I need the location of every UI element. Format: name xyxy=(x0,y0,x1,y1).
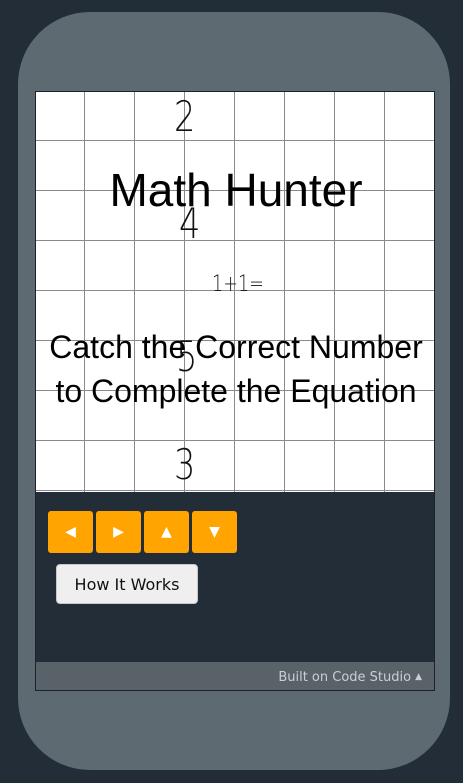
caret-up-icon: ▲ xyxy=(415,672,422,682)
controls-panel: ◀ ▶ ▲ ▼ How It Works xyxy=(36,492,434,662)
falling-number: 2 xyxy=(174,92,196,141)
up-arrow-icon: ▲ xyxy=(161,524,172,540)
equation-text: 1+1= xyxy=(212,272,264,297)
footer-label: Built on Code Studio xyxy=(278,669,412,685)
left-arrow-icon: ◀ xyxy=(65,524,76,540)
how-it-works-button[interactable]: How It Works xyxy=(56,564,198,604)
right-arrow-button[interactable]: ▶ xyxy=(96,511,141,553)
game-canvas[interactable]: 2 4 1+1= 5 3 Math Hunter Catch the Corre… xyxy=(36,92,434,492)
right-arrow-icon: ▶ xyxy=(113,524,124,540)
game-title: Math Hunter xyxy=(109,164,363,216)
app-screen: 2 4 1+1= 5 3 Math Hunter Catch the Corre… xyxy=(35,91,435,691)
game-subtitle: Catch the Correct Number to Complete the… xyxy=(49,329,423,409)
falling-number: 3 xyxy=(174,440,196,489)
up-arrow-button[interactable]: ▲ xyxy=(144,511,189,553)
down-arrow-button[interactable]: ▼ xyxy=(192,511,237,553)
down-arrow-icon: ▼ xyxy=(209,524,220,540)
built-on-code-studio-link[interactable]: Built on Code Studio ▲ xyxy=(36,662,434,690)
left-arrow-button[interactable]: ◀ xyxy=(48,511,93,553)
